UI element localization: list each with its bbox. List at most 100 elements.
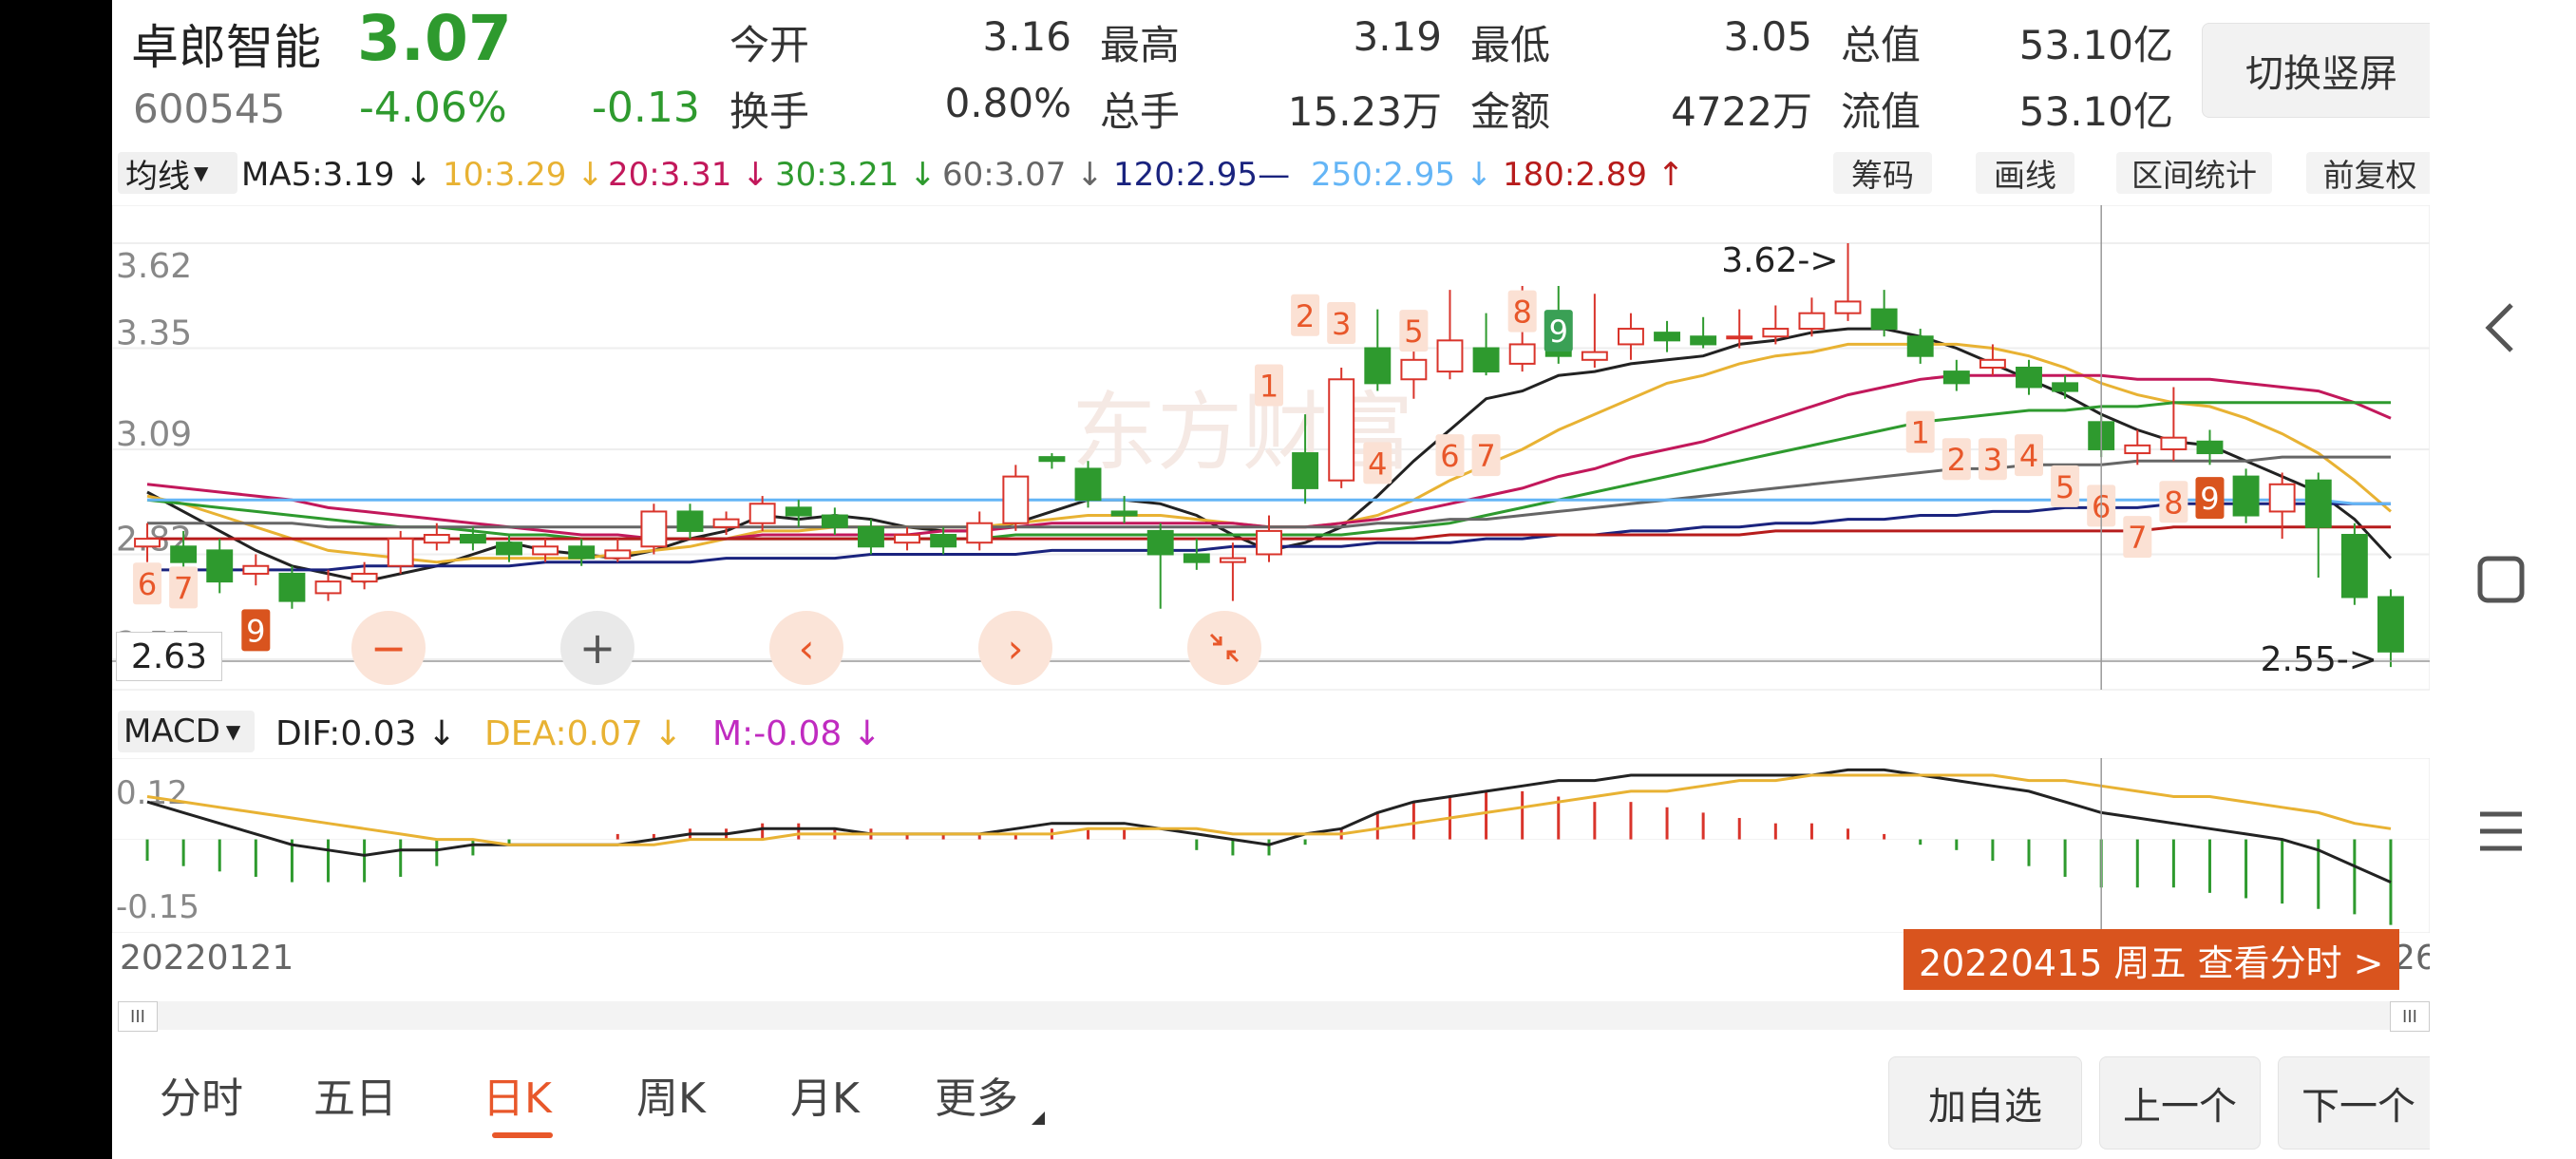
candle-body (1798, 312, 1826, 331)
candle-body (2052, 382, 2079, 392)
tab-weekly-k[interactable]: 周K (636, 1064, 706, 1125)
candlestick (1074, 461, 1102, 508)
minus-icon: − (369, 622, 407, 674)
td-sequence-label: 1 (1905, 410, 1935, 453)
field-value-float-value: 53.10亿 (2018, 88, 2173, 135)
tab-monthly-k[interactable]: 月K (790, 1064, 860, 1125)
nav-menu-button[interactable] (2458, 788, 2544, 874)
candle-body (1472, 347, 1500, 373)
ma180-value: 180:2.89 (1503, 156, 1648, 194)
field-label-high: 最高 (1100, 22, 1181, 68)
candle-body (170, 545, 198, 563)
candle-body (2124, 444, 2151, 455)
range-stats-button[interactable]: 区间统计 (2116, 152, 2272, 194)
previous-stock-button[interactable]: 上一个 (2099, 1056, 2261, 1150)
macd-dea-arrow: ↓ (653, 714, 683, 753)
switch-portrait-button[interactable]: 切换竖屏 (2202, 23, 2430, 118)
ma20-value: 20:3.31 (608, 156, 732, 194)
active-tab-indicator (492, 1132, 553, 1138)
max-price-marker: 3.62-> (1721, 241, 1838, 280)
td-sequence-label: 3 (1327, 301, 1356, 344)
td-sequence-label: 9 (241, 609, 271, 652)
add-watchlist-button[interactable]: 加自选 (1888, 1056, 2082, 1150)
more-triangle-icon (1032, 1112, 1045, 1125)
candlestick (2232, 468, 2260, 523)
field-label-total-value: 总值 (1841, 22, 1922, 68)
date-axis-end: 26 (2394, 939, 2430, 978)
candle-body (1038, 456, 1066, 463)
field-label-amount: 金额 (1470, 88, 1551, 135)
scroll-right-button[interactable]: › (978, 611, 1052, 685)
kline-scrollbar[interactable]: III III (118, 1001, 2430, 1032)
candle-body (1690, 335, 1717, 346)
candle-body (1581, 351, 1608, 361)
nav-home-button[interactable] (2458, 537, 2544, 622)
td-sequence-label: 5 (1399, 310, 1429, 352)
tab-five-day[interactable]: 五日 (313, 1064, 397, 1125)
candle-body (712, 518, 740, 528)
td-sequence-label: 8 (1507, 290, 1537, 332)
zoom-in-button[interactable]: + (560, 611, 635, 685)
stock-name: 卓郎智能 (131, 20, 321, 75)
ma30-legend: 30:3.21 ↓ (775, 156, 937, 194)
candle-body (1654, 332, 1680, 342)
tab-intraday[interactable]: 分时 (160, 1064, 243, 1125)
tab-daily-k[interactable]: 日K (483, 1064, 552, 1125)
kline-chart[interactable]: 3.623.353.092.822.55东方财富6791234567891234… (112, 205, 2430, 699)
candlestick (1328, 367, 1355, 488)
td-label-text: 9 (246, 613, 265, 649)
chevron-down-icon: ▼ (194, 162, 209, 184)
td-label-text: 5 (2055, 469, 2074, 505)
td-sequence-label: 1 (1255, 364, 1283, 407)
current-price: 3.07 (357, 2, 512, 75)
td-label-text: 6 (1440, 438, 1459, 474)
macd-selector[interactable]: MACD ▼ (118, 711, 255, 752)
td-label-text: 9 (1549, 314, 1568, 350)
candle-body (1834, 300, 1862, 314)
adjust-mode-button[interactable]: 前复权 (2306, 152, 2430, 194)
candle-body (2160, 436, 2188, 450)
date-tooltip-view-intraday[interactable]: 20220415 周五 查看分时 > (1904, 929, 2399, 990)
field-label-low: 最低 (1470, 22, 1551, 68)
candle-body (894, 534, 920, 544)
macd-chart[interactable]: 0.12 -0.15 (112, 758, 2430, 933)
nav-back-button[interactable] (2458, 285, 2544, 370)
td-sequence-label: 9 (2195, 477, 2225, 520)
ma-selector[interactable]: 均线 ▼ (118, 152, 237, 196)
td-label-text: 2 (1296, 298, 1315, 334)
scrollbar-left-handle[interactable]: III (118, 1001, 158, 1032)
macd-dea-legend: DEA:0.07 ↓ (484, 714, 682, 753)
field-label-volume: 总手 (1100, 88, 1181, 135)
candle-body (1942, 370, 1970, 385)
candle-body (242, 564, 270, 575)
candle-body (1292, 452, 1319, 489)
ma250-arrow: ↓ (1465, 156, 1493, 194)
candle-body (1400, 358, 1428, 381)
ma-selector-label: 均线 (125, 157, 190, 196)
y-axis-tick-label: 3.09 (116, 415, 192, 454)
chips-button[interactable]: 筹码 (1833, 152, 1932, 194)
scroll-left-button[interactable]: ‹ (769, 611, 843, 685)
scrollbar-right-handle[interactable]: III (2390, 1001, 2430, 1032)
macd-dif-value: DIF:0.03 (275, 714, 417, 753)
zoom-out-button[interactable]: − (351, 611, 426, 685)
tab-more[interactable]: 更多 (935, 1064, 1018, 1125)
change-percent: -4.06% (359, 84, 507, 132)
draw-line-button[interactable]: 画线 (1976, 152, 2074, 194)
system-navigation-bar (2430, 0, 2576, 1159)
ma10-legend: 10:3.29 ↓ (443, 156, 604, 194)
macd-m-value: M:-0.08 (712, 714, 843, 753)
td-sequence-label: 5 (2051, 465, 2080, 507)
candle-body (1219, 557, 1246, 563)
next-stock-button[interactable]: 下一个 (2278, 1056, 2430, 1150)
candle-body (930, 534, 957, 548)
candle-body (1436, 339, 1464, 373)
td-label-text: 7 (2128, 520, 2147, 556)
candle-body (821, 514, 848, 528)
reset-zoom-button[interactable] (1187, 611, 1261, 685)
candle-body (676, 510, 704, 532)
candle-body (2232, 475, 2260, 517)
td-label-text: 7 (174, 570, 193, 606)
td-sequence-label: 2 (1291, 294, 1320, 336)
candle-body (785, 506, 812, 517)
